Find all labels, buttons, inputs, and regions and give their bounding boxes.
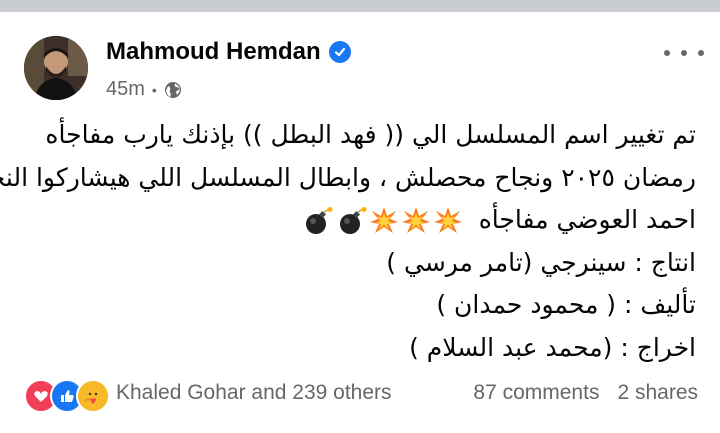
post-text: تم تغيير اسم المسلسل الي (( فهد البطل ))…	[0, 114, 696, 369]
care-reaction-icon	[76, 379, 110, 413]
post-line: رمضان ٢٠٢٥ ونجاح محصلش ، وابطال المسلسل …	[0, 162, 696, 192]
post-line: تأليف : ( محمود حمدان )	[436, 290, 696, 319]
bomb-icon	[339, 207, 367, 234]
post-line-with-emojis: احمد العوضي مفاجأه	[36, 199, 696, 242]
emoji-row	[299, 206, 463, 236]
verified-badge-icon	[328, 41, 351, 63]
more-dot-icon	[664, 50, 670, 56]
post-footer: Khaled Gohar and 239 others 87 comments …	[24, 375, 698, 415]
post-line: انتاج : سينرجي (تامر مرسي )	[386, 247, 696, 277]
post-line: اخراج : (محمد عبد السلام )	[409, 332, 696, 362]
more-options-button[interactable]	[664, 38, 704, 68]
author-name[interactable]: Mahmoud Hemdan	[106, 38, 351, 66]
collision-icon	[401, 207, 430, 233]
reaction-icons[interactable]	[24, 379, 110, 413]
post-line: احمد العوضي مفاجأه	[478, 205, 696, 234]
more-dot-icon	[681, 50, 687, 56]
post-header: Mahmoud Hemdan 45m •	[24, 30, 704, 110]
author-name-text[interactable]: Mahmoud Hemdan	[106, 38, 321, 66]
top-divider	[0, 0, 720, 12]
more-dot-icon	[698, 50, 704, 56]
bomb-icon	[305, 207, 333, 234]
collision-icon	[369, 207, 398, 233]
comments-count[interactable]: 87 comments	[473, 381, 599, 405]
reaction-summary[interactable]: Khaled Gohar and 239 others	[116, 381, 392, 405]
meta-separator: •	[151, 81, 157, 98]
avatar[interactable]	[24, 36, 88, 100]
shares-count[interactable]: 2 shares	[617, 381, 698, 405]
post-meta: 45m •	[106, 78, 182, 101]
globe-icon[interactable]	[164, 81, 182, 99]
post-time[interactable]: 45m	[106, 78, 145, 101]
collision-icon	[433, 207, 462, 233]
post-stats: 87 comments 2 shares	[455, 381, 698, 405]
post-line: تم تغيير اسم المسلسل الي (( فهد البطل ))…	[45, 120, 696, 149]
